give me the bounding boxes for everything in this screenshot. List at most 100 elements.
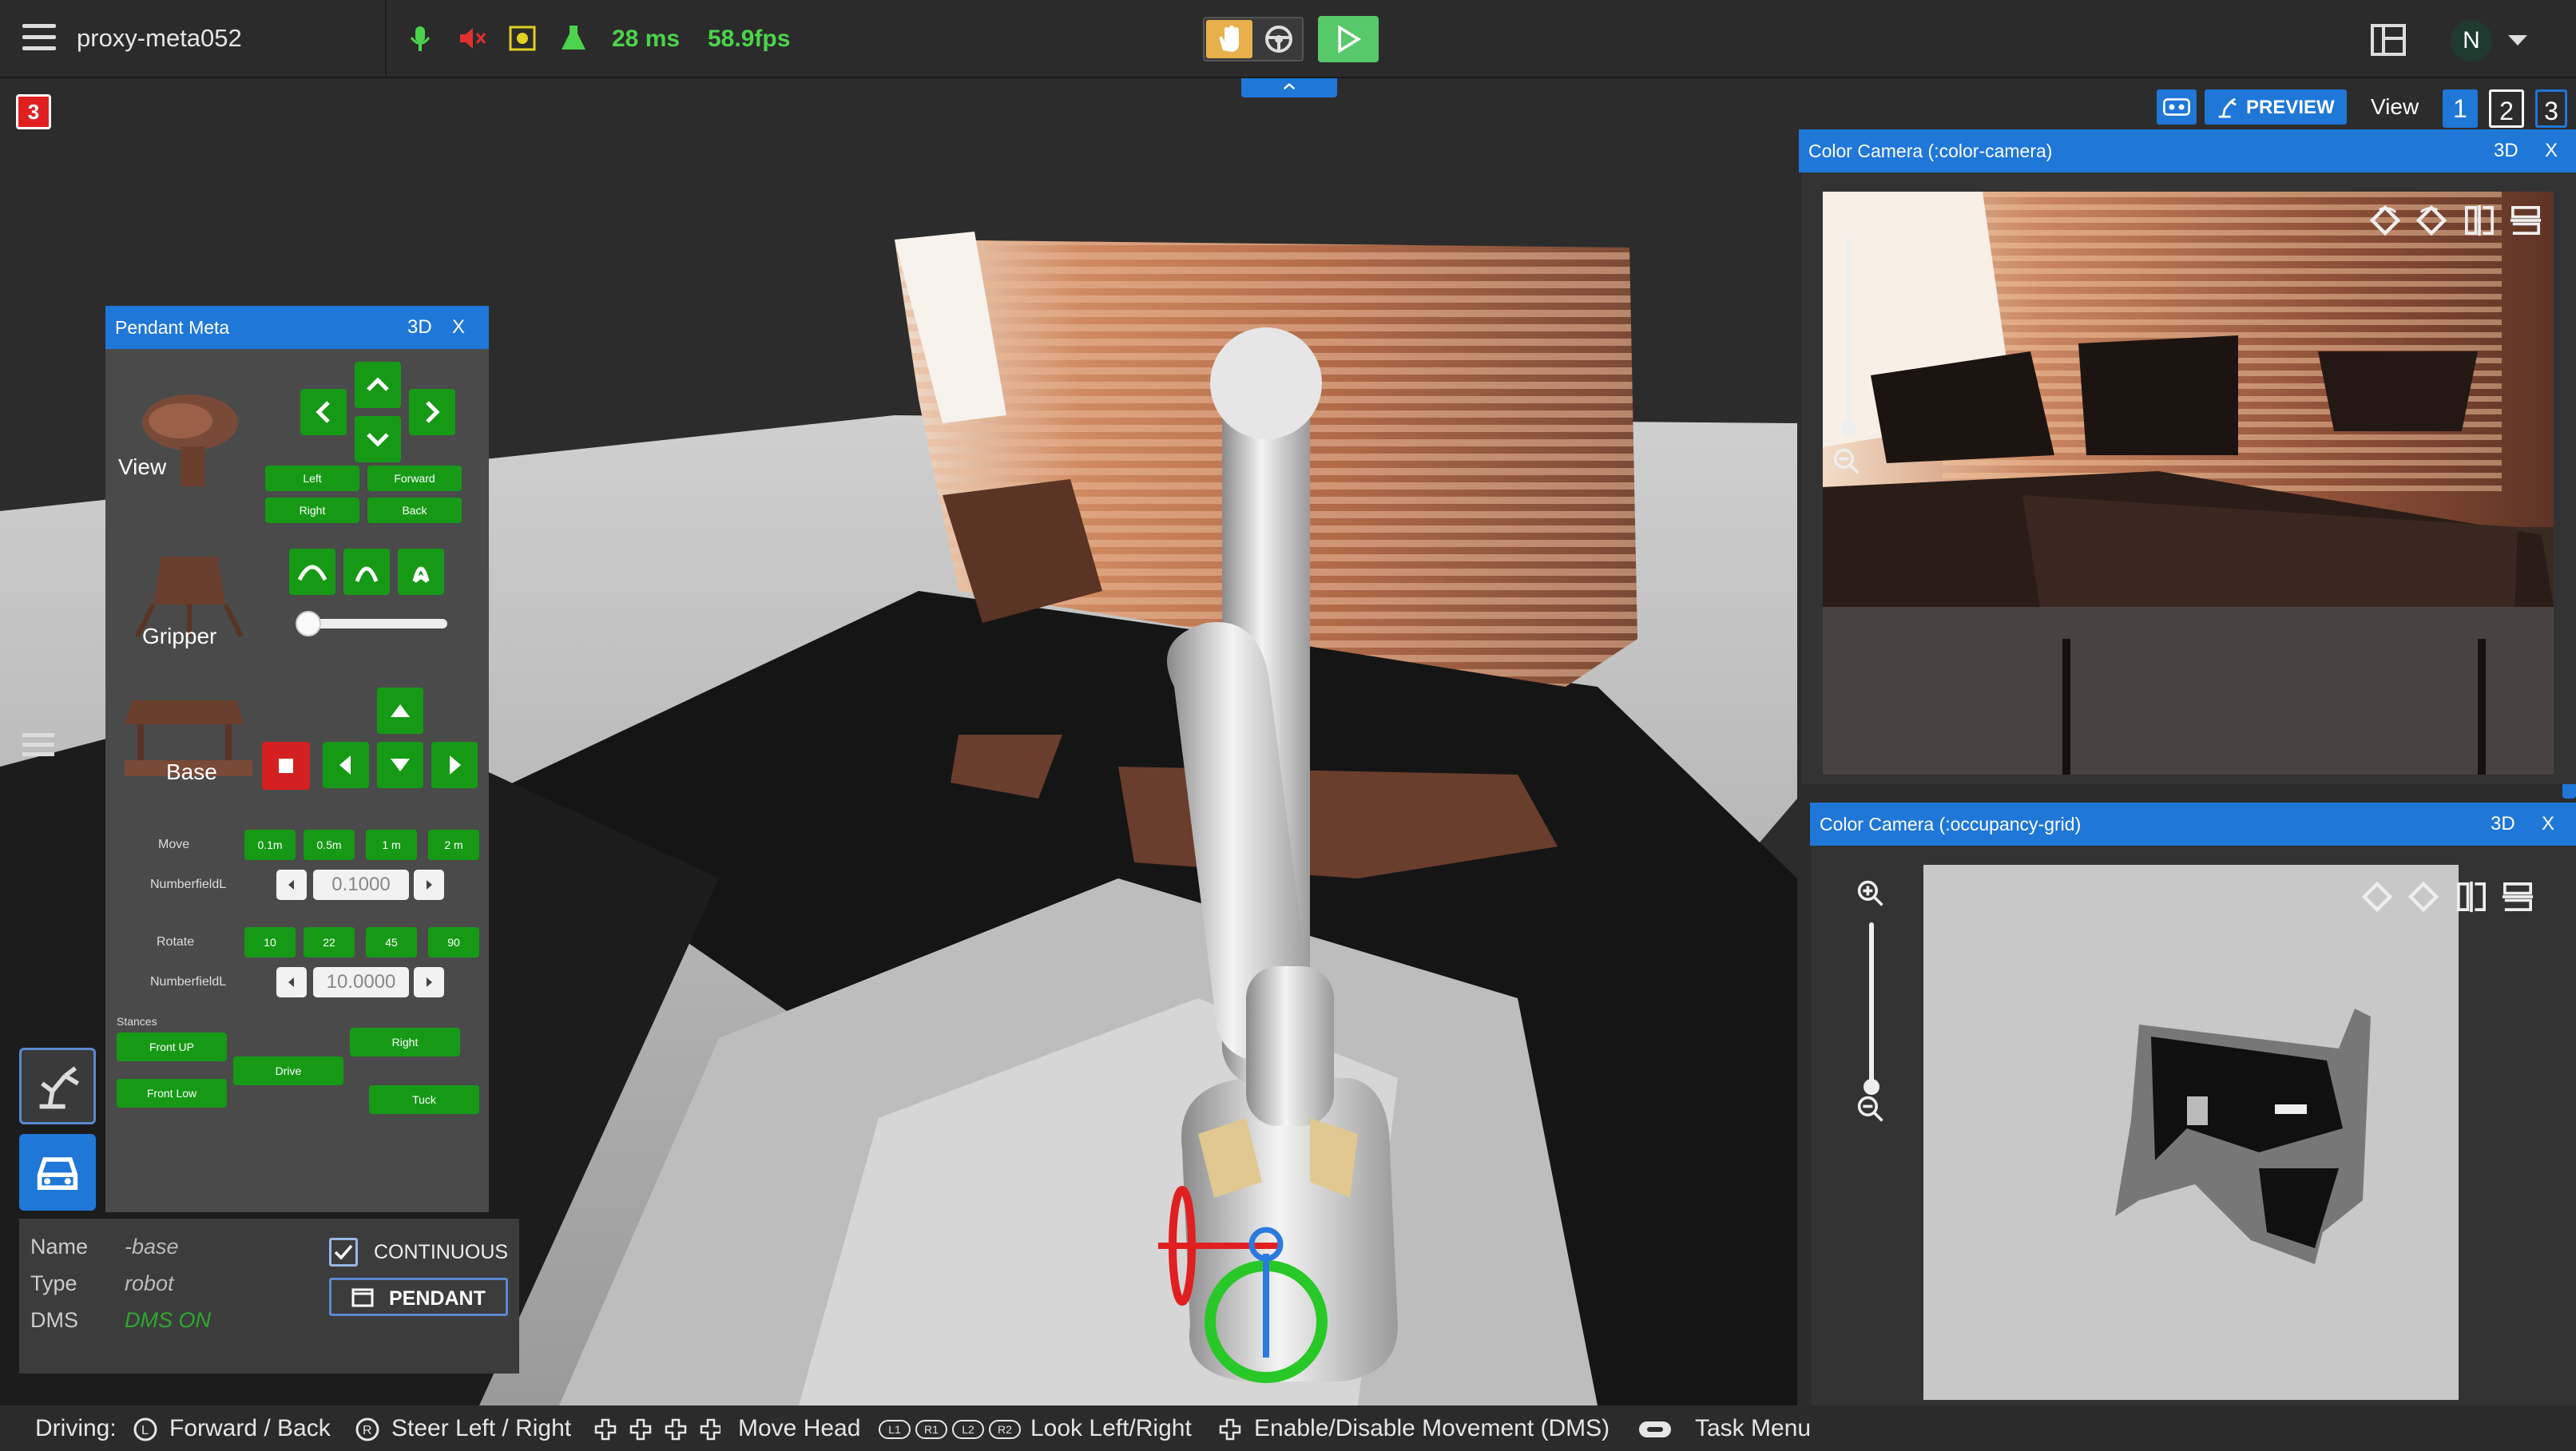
color-camera-title: Color Camera (:color-camera) bbox=[1808, 141, 2053, 161]
move-decrement-button[interactable] bbox=[276, 870, 307, 900]
view-back-button[interactable]: Back bbox=[367, 498, 462, 523]
stance-right-button[interactable]: Right bbox=[350, 1028, 460, 1057]
stance-front-low-button[interactable]: Front Low bbox=[117, 1079, 227, 1108]
gripper-slider[interactable] bbox=[296, 611, 447, 636]
view-3-button[interactable]: 3 bbox=[2535, 89, 2567, 128]
rotate-left-icon[interactable] bbox=[2360, 879, 2395, 914]
gripper-slider-thumb[interactable] bbox=[296, 611, 321, 636]
divider bbox=[385, 0, 387, 78]
view-forward-button[interactable]: Forward bbox=[367, 466, 462, 491]
steering-wheel-icon bbox=[1265, 26, 1292, 53]
pendant-button[interactable]: PENDANT bbox=[329, 1278, 508, 1316]
type-key: Type bbox=[30, 1271, 77, 1295]
rotate-field-label: NumberfieldL bbox=[150, 975, 227, 989]
main-menu-icon[interactable] bbox=[22, 24, 56, 53]
occupancy-grid-3d-toggle[interactable]: 3D bbox=[2491, 803, 2515, 846]
move-increment-button[interactable] bbox=[414, 870, 444, 900]
move-step-0-1m[interactable]: 0.1m bbox=[244, 830, 296, 860]
base-left-button[interactable] bbox=[323, 742, 369, 788]
chevron-down-icon[interactable] bbox=[2508, 35, 2527, 46]
occupancy-grid-close-button[interactable]: X bbox=[2542, 803, 2554, 846]
rotate-step-22[interactable]: 22 bbox=[304, 927, 355, 957]
stance-drive-button[interactable]: Drive bbox=[233, 1057, 343, 1085]
flip-horizontal-icon[interactable] bbox=[2454, 879, 2489, 914]
play-button[interactable] bbox=[1318, 16, 1379, 62]
pendant-panel: View Left Forward Right Back Gripper Bas… bbox=[105, 349, 489, 1212]
base-right-button[interactable] bbox=[431, 742, 478, 788]
rotate-decrement-button[interactable] bbox=[276, 967, 307, 997]
zoom-out-icon[interactable] bbox=[1832, 447, 1861, 476]
arm-mode-button[interactable] bbox=[19, 1048, 96, 1124]
zoom-in-icon[interactable] bbox=[1856, 879, 1885, 908]
move-distance-input[interactable]: 0.1000 bbox=[313, 870, 409, 900]
gripper-close-button[interactable] bbox=[398, 549, 444, 595]
steering-mode-button[interactable] bbox=[1256, 20, 1302, 58]
top-drawer-handle[interactable] bbox=[1241, 78, 1337, 97]
color-camera-3d-toggle[interactable]: 3D bbox=[2494, 129, 2518, 172]
shoulder-key-l1: L1 bbox=[879, 1420, 911, 1439]
head-up-button[interactable] bbox=[355, 362, 401, 408]
occupancy-zoom-thumb[interactable] bbox=[1864, 1079, 1879, 1095]
color-camera-zoom-slider[interactable] bbox=[1841, 238, 1857, 436]
dpad-icon bbox=[1219, 1418, 1241, 1441]
move-step-0-5m[interactable]: 0.5m bbox=[304, 830, 355, 860]
pendant-header[interactable]: Pendant Meta 3D X bbox=[105, 306, 489, 349]
zoom-slider-thumb[interactable] bbox=[1841, 420, 1857, 436]
flip-vertical-icon[interactable] bbox=[2500, 879, 2535, 914]
preview-button[interactable]: PREVIEW bbox=[2205, 89, 2347, 125]
vr-view-button[interactable] bbox=[2157, 89, 2197, 125]
rotate-step-45[interactable]: 45 bbox=[366, 927, 417, 957]
head-left-button[interactable] bbox=[300, 389, 347, 435]
rotate-step-90[interactable]: 90 bbox=[428, 927, 479, 957]
occupancy-grid-header[interactable]: Color Camera (:occupancy-grid) 3D X bbox=[1810, 803, 2576, 846]
stance-front-up-button[interactable]: Front UP bbox=[117, 1033, 227, 1061]
drive-mode-button[interactable] bbox=[19, 1134, 96, 1211]
chevron-up-icon bbox=[367, 377, 389, 391]
checkmark-icon bbox=[334, 1244, 353, 1260]
rotate-right-icon[interactable] bbox=[2414, 203, 2449, 238]
pendant-close-button[interactable]: X bbox=[452, 306, 465, 349]
rotate-increment-button[interactable] bbox=[414, 967, 444, 997]
flip-vertical-icon[interactable] bbox=[2508, 203, 2543, 238]
occupancy-zoom-slider[interactable] bbox=[1864, 922, 1879, 1095]
camera-status-icon[interactable] bbox=[506, 22, 538, 54]
scene-menu-icon[interactable] bbox=[19, 727, 58, 759]
view-2-button[interactable]: 2 bbox=[2489, 89, 2524, 128]
stop-button[interactable] bbox=[262, 742, 310, 790]
continuous-checkbox[interactable] bbox=[329, 1238, 358, 1267]
layout-icon[interactable] bbox=[2371, 24, 2406, 56]
view-1-button[interactable]: 1 bbox=[2443, 89, 2478, 128]
dms-status: DMS ON bbox=[125, 1308, 211, 1332]
base-back-button[interactable] bbox=[377, 742, 423, 788]
rotate-angle-input[interactable]: 10.0000 bbox=[313, 967, 409, 997]
rotate-step-10[interactable]: 10 bbox=[244, 927, 296, 957]
zoom-out-icon[interactable] bbox=[1856, 1095, 1885, 1124]
pendant-3d-toggle[interactable]: 3D bbox=[407, 306, 432, 349]
color-camera-header[interactable]: Color Camera (:color-camera) 3D X bbox=[1799, 129, 2576, 172]
stance-tuck-button[interactable]: Tuck bbox=[369, 1085, 479, 1114]
forward-back-hint: Forward / Back bbox=[169, 1415, 331, 1441]
name-key: Name bbox=[30, 1235, 89, 1259]
rotate-right-icon[interactable] bbox=[2406, 879, 2441, 914]
flask-icon[interactable] bbox=[558, 22, 589, 54]
move-step-2m[interactable]: 2 m bbox=[428, 830, 479, 860]
view-right-button[interactable]: Right bbox=[265, 498, 359, 523]
alert-count-badge[interactable]: 3 bbox=[16, 94, 51, 129]
color-camera-close-button[interactable]: X bbox=[2545, 129, 2558, 172]
play-icon bbox=[1338, 25, 1362, 54]
rotate-left-icon[interactable] bbox=[2368, 203, 2403, 238]
gripper-open-button[interactable] bbox=[289, 549, 335, 595]
menu-button-icon bbox=[1639, 1421, 1671, 1437]
flip-horizontal-icon[interactable] bbox=[2462, 203, 2497, 238]
view-left-button[interactable]: Left bbox=[265, 466, 359, 491]
base-forward-button[interactable] bbox=[377, 688, 423, 734]
speaker-muted-icon[interactable] bbox=[455, 22, 487, 54]
microphone-icon[interactable] bbox=[404, 22, 436, 54]
car-icon bbox=[37, 1157, 78, 1190]
head-right-button[interactable] bbox=[409, 389, 455, 435]
move-step-1m[interactable]: 1 m bbox=[366, 830, 417, 860]
hand-mode-button[interactable] bbox=[1206, 20, 1252, 58]
head-down-button[interactable] bbox=[355, 416, 401, 462]
gripper-half-button[interactable] bbox=[343, 549, 390, 595]
user-avatar[interactable]: N bbox=[2451, 20, 2492, 61]
